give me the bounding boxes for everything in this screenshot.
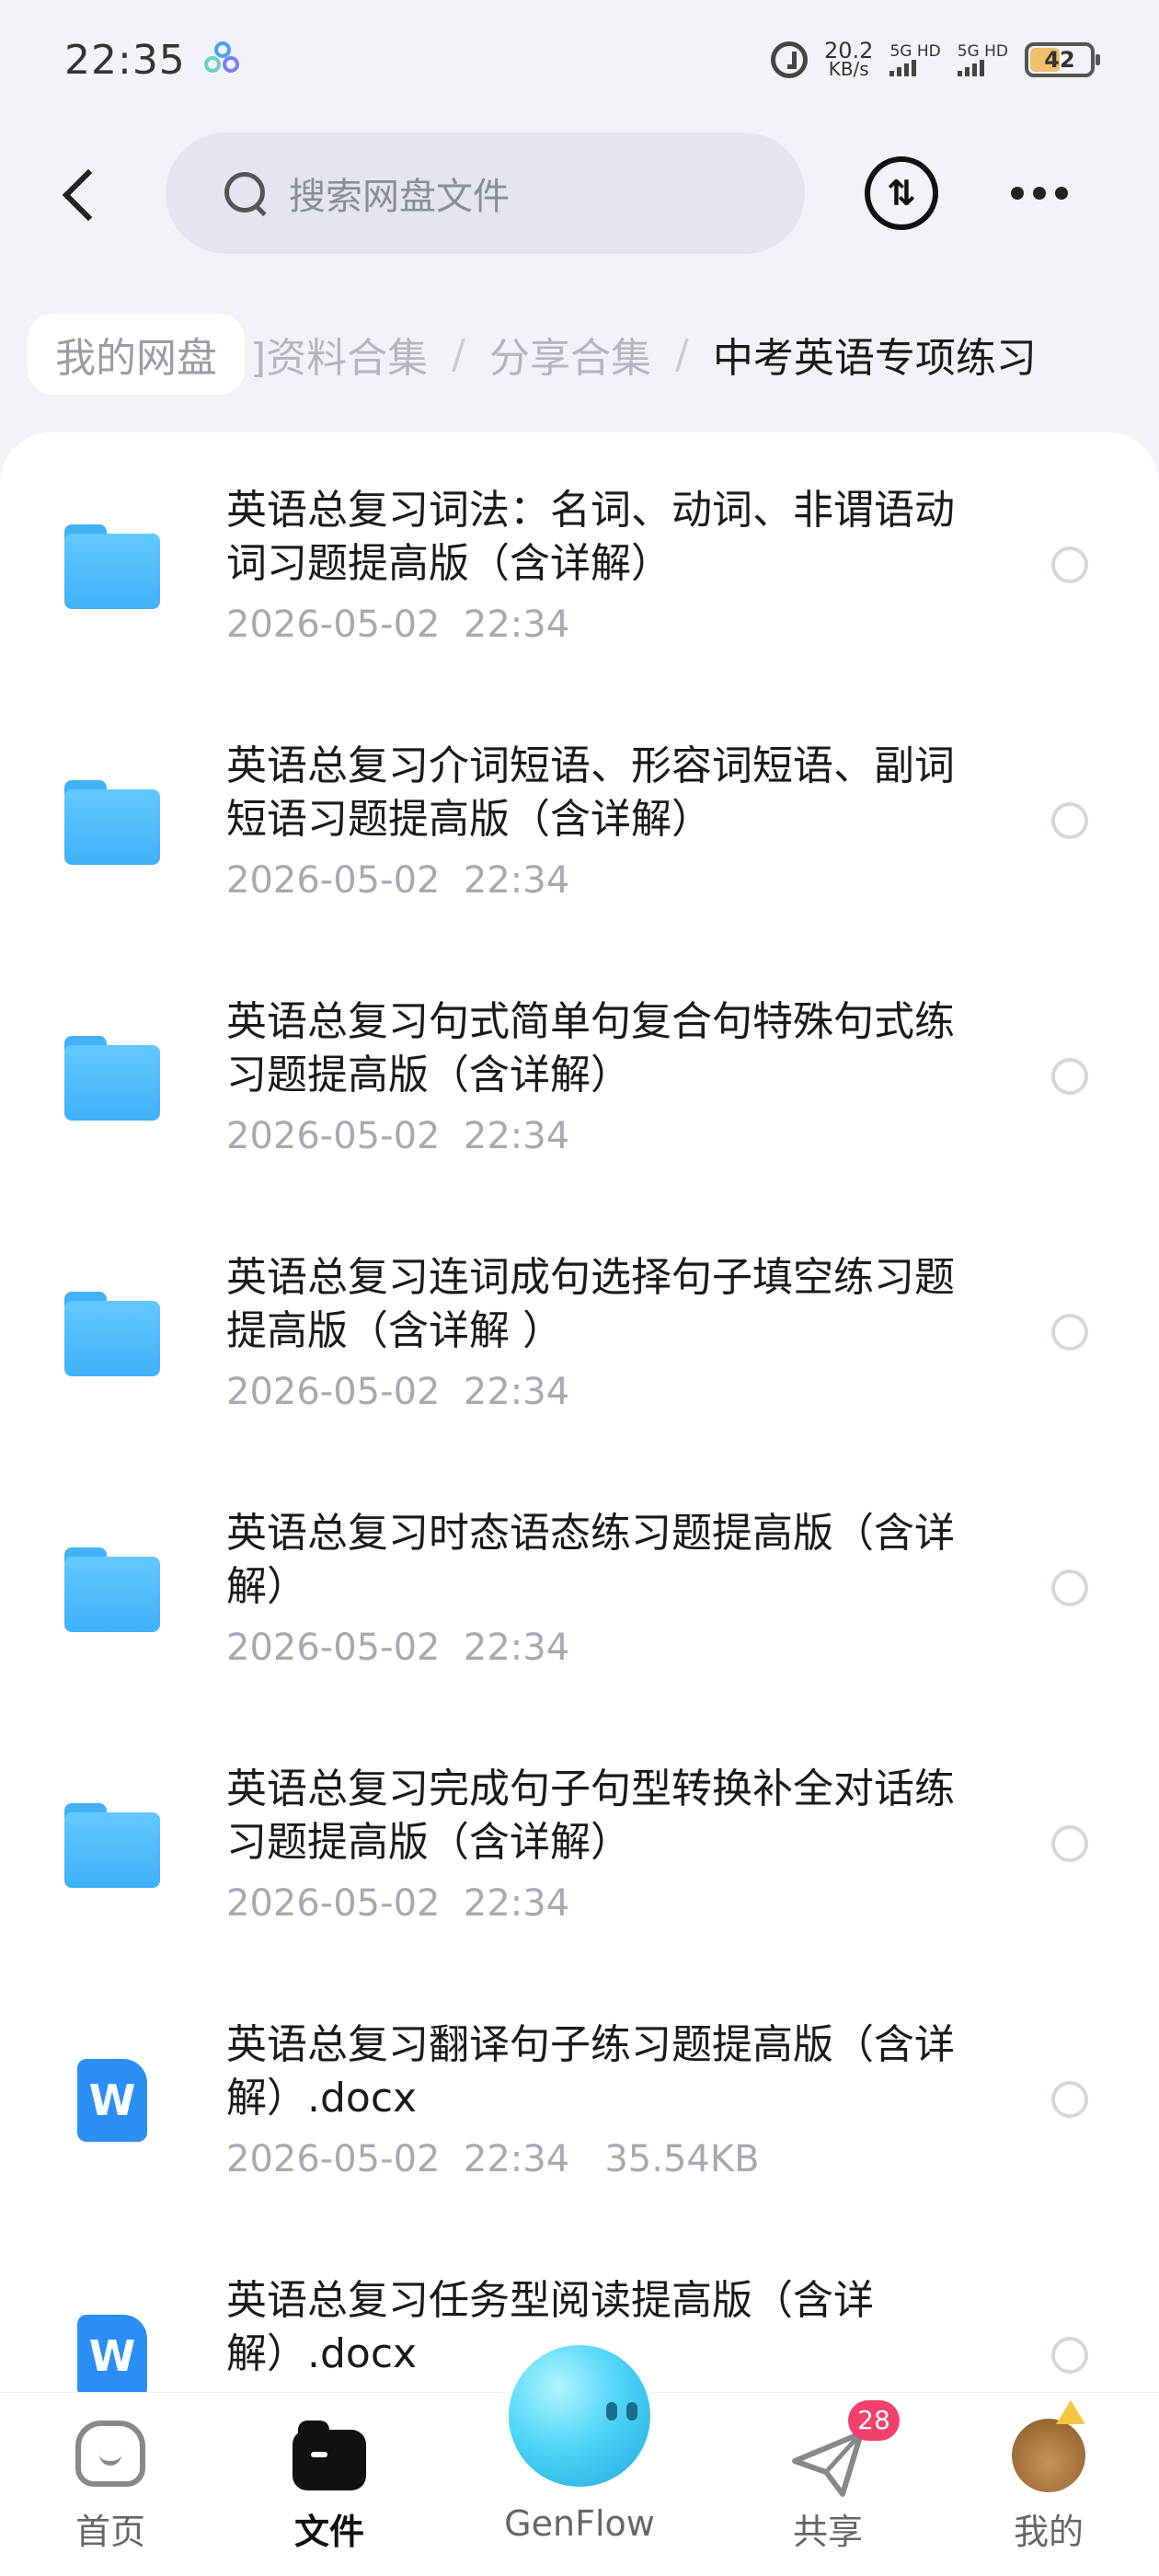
- file-name: 英语总复习时态语态练习题提高版（含详解）: [226, 1510, 955, 1610]
- word-doc-icon: W: [77, 2059, 147, 2142]
- status-time: 22:35: [64, 36, 186, 84]
- file-name: 英语总复习连词成句选择句子填空练习题提高版（含详解 ）: [226, 1254, 955, 1354]
- share-badge: 28: [848, 2400, 900, 2441]
- list-item[interactable]: 英语总复习时态语态练习题提高版（含详解） 2026-05-02 22:34: [0, 1455, 1159, 1711]
- paper-plane-icon: [789, 2426, 866, 2500]
- transfer-list-button[interactable]: ⇅: [865, 156, 938, 230]
- list-item[interactable]: 英语总复习词法：名词、动词、非谓语动词习题提高版（含详解） 2026-05-02…: [0, 432, 1159, 688]
- home-icon: [75, 2421, 145, 2487]
- breadcrumb-current: 中考英语专项练习: [712, 335, 1037, 382]
- file-date: 2026-05-02 22:34: [226, 1882, 570, 1925]
- avatar: [1012, 2419, 1085, 2492]
- breadcrumb: 我的网盘 ]资料合集 / 分享合集 / 中考英语专项练习: [28, 313, 1159, 396]
- tab-me-label: 我的: [1013, 2512, 1084, 2552]
- file-size: 35.54KB: [604, 2138, 760, 2180]
- net-speed: 20.2 KB/s: [824, 38, 874, 80]
- crown-icon: [1056, 2400, 1085, 2424]
- file-date: 2026-05-02 22:34: [226, 1115, 570, 1157]
- folder-icon: [293, 2421, 366, 2490]
- breadcrumb-item[interactable]: 分享合集: [489, 325, 651, 384]
- signal-sim1-icon: 5G HD: [889, 43, 941, 76]
- folder-icon: [64, 1036, 160, 1121]
- search-input[interactable]: 搜索网盘文件: [166, 132, 805, 254]
- file-name: 英语总复习介词短语、形容词短语、副词短语习题提高版（含详解）: [226, 742, 955, 843]
- select-checkbox[interactable]: [1051, 2337, 1088, 2374]
- select-checkbox[interactable]: [1051, 1570, 1088, 1606]
- transfer-icon: ⇅: [887, 173, 916, 213]
- tab-share[interactable]: 28 共享: [736, 2393, 920, 2576]
- app-notification-icon: [203, 41, 241, 78]
- file-date: 2026-05-02 22:34: [226, 859, 570, 902]
- folder-icon: [64, 1292, 160, 1376]
- status-bar: 22:35 20.2 KB/s 5G HD 5G HD 42: [0, 0, 1159, 120]
- file-name: 英语总复习词法：名词、动词、非谓语动词习题提高版（含详解）: [226, 487, 955, 587]
- select-checkbox[interactable]: [1051, 1314, 1088, 1351]
- select-checkbox[interactable]: [1051, 1825, 1088, 1862]
- file-date-size: 2026-05-02 22:34 35.54KB: [226, 2138, 760, 2180]
- list-item[interactable]: 英语总复习连词成句选择句子填空练习题提高版（含详解 ） 2026-05-02 2…: [0, 1200, 1159, 1455]
- folder-icon: [64, 524, 160, 609]
- tab-share-label: 共享: [792, 2512, 863, 2552]
- file-date: 2026-05-02 22:34: [226, 1627, 570, 1669]
- tab-genflow[interactable]: GenFlow: [488, 2338, 671, 2576]
- file-list: 英语总复习词法：名词、动词、非谓语动词习题提高版（含详解） 2026-05-02…: [0, 432, 1159, 2392]
- breadcrumb-home[interactable]: 我的网盘: [28, 314, 245, 395]
- folder-icon: [64, 1803, 160, 1888]
- tab-me[interactable]: 我的: [957, 2393, 1141, 2576]
- file-name: 英语总复习句式简单句复合句特殊句式练习题提高版（含详解）: [226, 998, 955, 1098]
- file-name: 英语总复习完成句子句型转换补全对话练习题提高版（含详解）: [226, 1765, 955, 1866]
- select-checkbox[interactable]: [1051, 2081, 1088, 2118]
- list-item[interactable]: 英语总复习句式简单句复合句特殊句式练习题提高版（含详解） 2026-05-02 …: [0, 944, 1159, 1200]
- folder-icon: [64, 1547, 160, 1632]
- battery-icon: 42: [1025, 42, 1100, 77]
- list-item[interactable]: 英语总复习介词短语、形容词短语、副词短语习题提高版（含详解） 2026-05-0…: [0, 688, 1159, 944]
- file-name: 英语总复习翻译句子练习题提高版（含详解）.docx: [226, 2021, 955, 2122]
- select-checkbox[interactable]: [1051, 1058, 1088, 1095]
- tab-files-label: 文件: [293, 2512, 364, 2552]
- select-checkbox[interactable]: [1051, 546, 1088, 583]
- select-checkbox[interactable]: [1051, 802, 1088, 839]
- genflow-mascot-icon: [501, 2338, 658, 2494]
- breadcrumb-separator: /: [452, 330, 465, 378]
- file-date: 2026-05-02 22:34: [226, 604, 570, 646]
- top-bar: 搜索网盘文件 ⇅: [0, 129, 1159, 258]
- back-icon[interactable]: [46, 156, 120, 230]
- tab-home[interactable]: 首页: [18, 2393, 202, 2576]
- search-placeholder: 搜索网盘文件: [289, 176, 510, 218]
- word-doc-icon: W: [77, 2315, 147, 2392]
- tab-home-label: 首页: [75, 2512, 145, 2552]
- breadcrumb-item[interactable]: ]资料合集: [250, 325, 428, 384]
- file-date: 2026-05-02 22:34: [226, 1371, 570, 1413]
- more-options-button[interactable]: [1003, 156, 1076, 230]
- signal-sim2-icon: 5G HD: [957, 43, 1008, 76]
- search-icon: [224, 172, 267, 214]
- breadcrumb-separator: /: [675, 330, 689, 378]
- folder-icon: [64, 780, 160, 865]
- list-item[interactable]: W 英语总复习翻译句子练习题提高版（含详解）.docx 2026-05-02 2…: [0, 1967, 1159, 2223]
- file-date: 2026-05-02 22:34: [226, 2138, 570, 2180]
- tab-genflow-label: GenFlow: [504, 2503, 655, 2544]
- tab-files[interactable]: 文件: [237, 2393, 421, 2576]
- list-item[interactable]: 英语总复习完成句子句型转换补全对话练习题提高版（含详解） 2026-05-02 …: [0, 1711, 1159, 1967]
- bottom-tab-bar: 首页 文件 GenFlow 28 共享 我的: [0, 2338, 1159, 2576]
- alarm-icon: [771, 41, 808, 78]
